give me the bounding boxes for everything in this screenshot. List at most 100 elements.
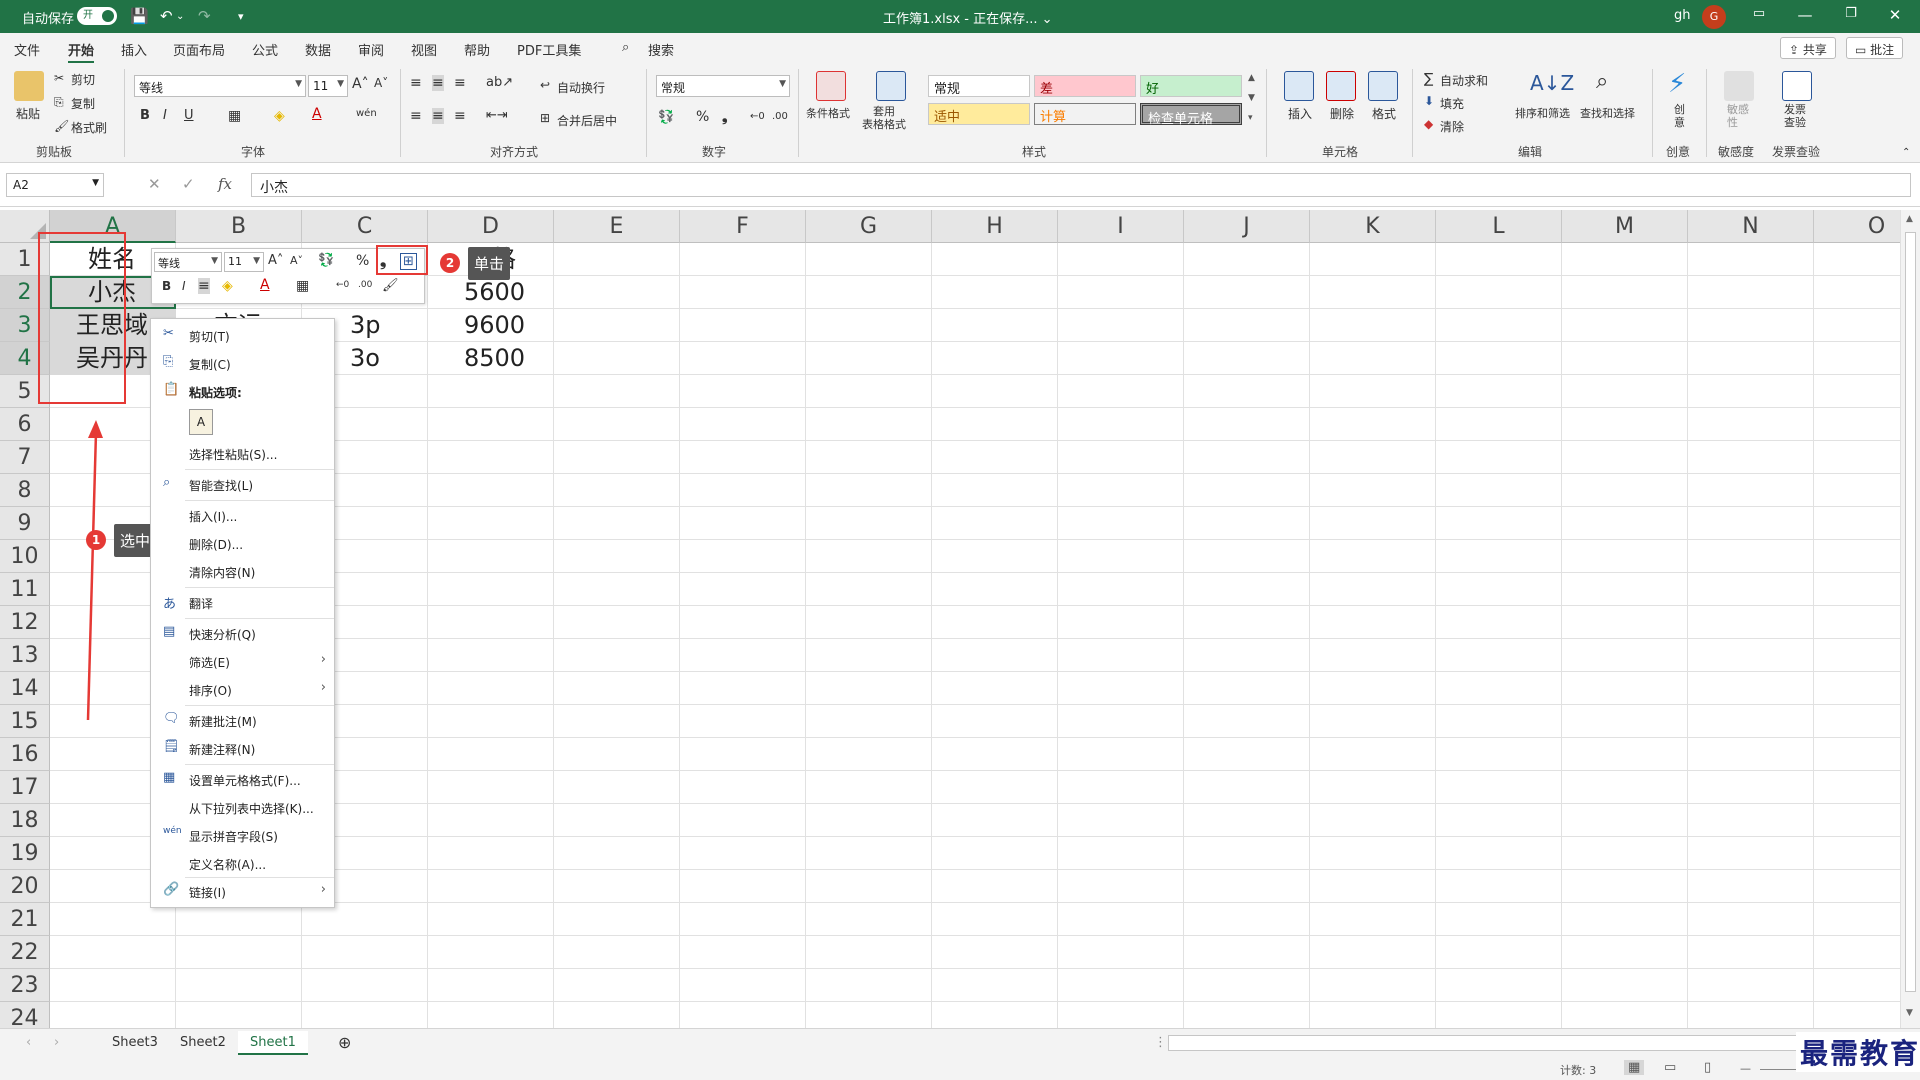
collapse-ribbon-icon[interactable]: ⌃ (1902, 147, 1910, 158)
column-header-l[interactable]: L (1436, 210, 1562, 243)
tab-file[interactable]: 文件 (14, 40, 40, 59)
search-icon[interactable]: ⌕ (622, 40, 629, 55)
avatar[interactable]: G (1702, 5, 1726, 29)
sensitivity-icon[interactable] (1724, 71, 1754, 101)
menu-item-show-phonetic[interactable]: wén 显示拼音字段(S) (151, 823, 334, 847)
menu-item-quick-analysis[interactable]: ▤ 快速分析(Q) (151, 621, 334, 645)
vertical-scrollbar[interactable]: ▲ ▼ (1900, 210, 1920, 1028)
minimize-icon[interactable]: — (1790, 6, 1820, 24)
find-select-button[interactable]: 查找和选择 (1580, 105, 1635, 121)
invoice-check-icon[interactable] (1782, 71, 1812, 101)
row-header-23[interactable]: 23 (0, 969, 50, 1002)
mini-borders-icon[interactable]: ▦ (296, 278, 309, 294)
column-header-n[interactable]: N (1688, 210, 1814, 243)
add-sheet-icon[interactable]: ⊕ (334, 1031, 355, 1055)
delete-cells-button[interactable]: 删除 (1330, 105, 1354, 122)
menu-item-sort[interactable]: 排序(O) › (151, 677, 334, 701)
mini-size-select[interactable]: 11 ▼ (224, 252, 264, 272)
row-header-10[interactable]: 10 (0, 540, 50, 573)
tab-data[interactable]: 数据 (305, 40, 331, 59)
tab-pdf-tools[interactable]: PDF工具集 (517, 40, 581, 59)
menu-item-filter[interactable]: 筛选(E) › (151, 649, 334, 673)
undo-icon[interactable]: ↶ (160, 7, 173, 25)
tab-insert[interactable]: 插入 (121, 40, 147, 59)
horizontal-scrollbar[interactable] (1168, 1035, 1896, 1051)
scroll-down-icon[interactable]: ▼ (1906, 1008, 1913, 1018)
styles-more-icon[interactable]: ▾ (1248, 113, 1253, 123)
function-icon[interactable]: fx (218, 175, 232, 193)
mini-align-center-icon[interactable]: ≡ (198, 278, 210, 294)
mini-accounting-icon[interactable]: 💱 (318, 253, 334, 268)
align-right-icon[interactable]: ≡ (454, 108, 466, 124)
menu-item-paste-special[interactable]: 选择性粘贴(S)... (151, 441, 334, 465)
styles-scroll-up-icon[interactable]: ▲ (1248, 73, 1255, 83)
menu-item-pick-from-list[interactable]: 从下拉列表中选择(K)... (151, 795, 334, 819)
cut-icon[interactable]: ✂ (54, 71, 64, 85)
bold-button[interactable]: B (140, 108, 150, 123)
page-layout-view-icon[interactable]: ▭ (1664, 1060, 1676, 1075)
cancel-icon[interactable]: ✕ (148, 175, 161, 193)
cell-D2[interactable]: 5600 (464, 276, 525, 309)
fill-icon[interactable]: ⬇ (1424, 94, 1434, 108)
creative-button[interactable]: 创 意 (1674, 103, 1685, 129)
insert-cells-button[interactable]: 插入 (1288, 105, 1312, 122)
format-painter-icon[interactable]: 🖌 (54, 119, 69, 133)
column-header-b[interactable]: B (176, 210, 302, 243)
borders-icon[interactable]: ▦ (228, 108, 241, 124)
conditional-format-icon[interactable] (816, 71, 846, 101)
paste-button[interactable]: 粘贴 (16, 105, 40, 122)
share-button[interactable]: ⇪ 共享 (1780, 37, 1836, 59)
row-header-8[interactable]: 8 (0, 474, 50, 507)
page-break-view-icon[interactable]: ▯ (1704, 1060, 1711, 1075)
menu-item-link[interactable]: 🔗 链接(I) › (151, 879, 334, 903)
merge-center-button[interactable]: 合并后居中 (557, 112, 617, 129)
row-header-13[interactable]: 13 (0, 639, 50, 672)
redo-icon[interactable]: ↷ (198, 7, 211, 25)
table-format-button[interactable]: 套用 表格格式 (862, 105, 906, 131)
search-box[interactable]: 搜索 (648, 40, 674, 59)
clear-button[interactable]: 清除 (1440, 118, 1464, 135)
row-header-12[interactable]: 12 (0, 606, 50, 639)
style-calculation[interactable]: 计算 (1034, 103, 1136, 125)
menu-item-insert[interactable]: 插入(I)... (151, 503, 334, 527)
row-header-20[interactable]: 20 (0, 870, 50, 903)
font-name-select[interactable]: 等线 ▼ (134, 75, 306, 97)
fill-button[interactable]: 填充 (1440, 95, 1464, 112)
comments-button[interactable]: ▭ 批注 (1846, 37, 1904, 59)
copy-button[interactable]: 复制 (71, 95, 95, 112)
decrease-decimal-icon[interactable]: .00 (772, 111, 788, 122)
tab-view[interactable]: 视图 (411, 40, 437, 59)
row-header-21[interactable]: 21 (0, 903, 50, 936)
styles-scroll-down-icon[interactable]: ▼ (1248, 93, 1255, 103)
name-box[interactable]: A2 ▼ (6, 173, 104, 197)
cell-C4[interactable]: 3o (350, 342, 380, 375)
menu-item-define-name[interactable]: 定义名称(A)... (151, 851, 334, 875)
row-header-15[interactable]: 15 (0, 705, 50, 738)
decrease-font-icon[interactable]: A˅ (374, 76, 388, 90)
row-header-22[interactable]: 22 (0, 936, 50, 969)
mini-italic-button[interactable]: I (182, 279, 186, 293)
mini-font-select[interactable]: 等线 ▼ (154, 252, 222, 272)
mini-decrease-decimal-icon[interactable]: .00 (358, 280, 372, 290)
conditional-format-button[interactable]: 条件格式 (806, 105, 850, 121)
column-header-g[interactable]: G (806, 210, 932, 243)
row-header-14[interactable]: 14 (0, 672, 50, 705)
sort-filter-button[interactable]: 排序和筛选 (1515, 105, 1570, 121)
percent-icon[interactable]: % (696, 109, 709, 125)
autosum-icon[interactable]: ∑ (1424, 71, 1433, 87)
zoom-out-icon[interactable]: — (1740, 1062, 1751, 1075)
insert-cells-icon[interactable] (1284, 71, 1314, 101)
font-color-icon[interactable]: A (312, 106, 322, 122)
font-size-select[interactable]: 11 ▼ (308, 75, 348, 97)
increase-font-icon[interactable]: A˄ (352, 76, 369, 92)
prev-sheet-icon[interactable]: ‹ (14, 1031, 43, 1055)
mini-fill-color-icon[interactable]: ◈ (222, 278, 233, 294)
mini-increase-font-icon[interactable]: A˄ (268, 253, 283, 268)
style-good[interactable]: 好 (1140, 75, 1242, 97)
fill-color-icon[interactable]: ◈ (274, 108, 285, 124)
tab-home[interactable]: 开始 (68, 40, 95, 64)
style-neutral[interactable]: 适中 (928, 103, 1030, 125)
column-header-k[interactable]: K (1310, 210, 1436, 243)
align-bottom-icon[interactable]: ≡ (454, 75, 466, 91)
sort-filter-icon[interactable]: A↓Z (1530, 71, 1574, 95)
